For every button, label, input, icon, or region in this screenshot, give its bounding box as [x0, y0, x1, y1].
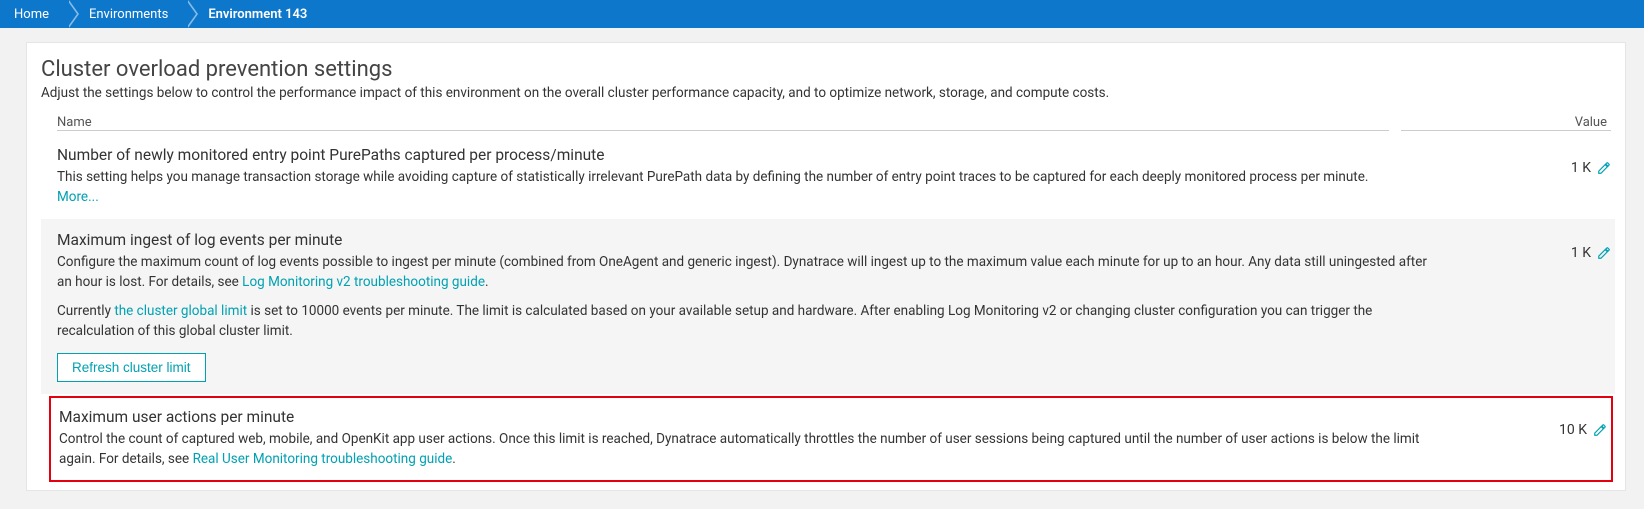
column-name: Name: [57, 115, 1389, 131]
breadcrumb: Home Environments Environment 143: [0, 0, 1644, 28]
setting-desc: Control the count of captured web, mobil…: [59, 430, 1426, 469]
value-text: 10 K: [1559, 422, 1587, 438]
desc-text: This setting helps you manage transactio…: [57, 169, 1368, 185]
para2-post: is set to 10000 events per minute. The l…: [57, 303, 1372, 339]
edit-icon[interactable]: [1597, 246, 1611, 260]
cluster-global-limit-link[interactable]: the cluster global limit: [114, 303, 247, 319]
setting-value: 1 K: [1405, 146, 1611, 176]
setting-value: 1 K: [1451, 231, 1611, 261]
breadcrumb-label: Environment 143: [208, 7, 307, 22]
value-text: 1 K: [1571, 160, 1591, 176]
breadcrumb-environments[interactable]: Environments: [67, 0, 186, 28]
setting-row-log-ingest: Maximum ingest of log events per minute …: [41, 219, 1615, 394]
setting-desc: Configure the maximum count of log event…: [57, 253, 1433, 382]
column-value: Value: [1401, 115, 1611, 131]
settings-panel: Cluster overload prevention settings Adj…: [26, 42, 1626, 491]
setting-row-purepaths: Number of newly monitored entry point Pu…: [41, 134, 1615, 219]
rum-guide-link[interactable]: Real User Monitoring troubleshooting gui…: [193, 451, 453, 467]
setting-title: Number of newly monitored entry point Pu…: [57, 146, 1387, 164]
page-subtitle: Adjust the settings below to control the…: [41, 85, 1615, 101]
setting-value: 10 K: [1444, 408, 1607, 438]
value-text: 1 K: [1571, 245, 1591, 261]
setting-row-user-actions: Maximum user actions per minute Control …: [51, 398, 1611, 479]
setting-title: Maximum user actions per minute: [59, 408, 1426, 426]
para2-pre: Currently: [57, 303, 114, 319]
setting-main: Maximum ingest of log events per minute …: [57, 231, 1451, 382]
setting-main: Number of newly monitored entry point Pu…: [57, 146, 1405, 207]
breadcrumb-environment-143[interactable]: Environment 143: [186, 0, 325, 28]
breadcrumb-label: Environments: [89, 7, 168, 22]
desc-para2: Currently the cluster global limit is se…: [57, 302, 1433, 341]
setting-main: Maximum user actions per minute Control …: [59, 408, 1444, 469]
desc-post: .: [485, 274, 489, 290]
desc-post: .: [452, 451, 456, 467]
edit-icon[interactable]: [1593, 423, 1607, 437]
edit-icon[interactable]: [1597, 161, 1611, 175]
page-title: Cluster overload prevention settings: [41, 57, 1615, 82]
breadcrumb-label: Home: [14, 7, 49, 22]
setting-desc: This setting helps you manage transactio…: [57, 168, 1387, 207]
log-guide-link[interactable]: Log Monitoring v2 troubleshooting guide: [242, 274, 485, 290]
more-link[interactable]: More...: [57, 189, 99, 205]
table-header: Name Value: [41, 115, 1615, 134]
refresh-cluster-limit-button[interactable]: Refresh cluster limit: [57, 353, 206, 382]
breadcrumb-home[interactable]: Home: [0, 0, 67, 28]
setting-title: Maximum ingest of log events per minute: [57, 231, 1433, 249]
highlight-box: Maximum user actions per minute Control …: [49, 396, 1613, 481]
